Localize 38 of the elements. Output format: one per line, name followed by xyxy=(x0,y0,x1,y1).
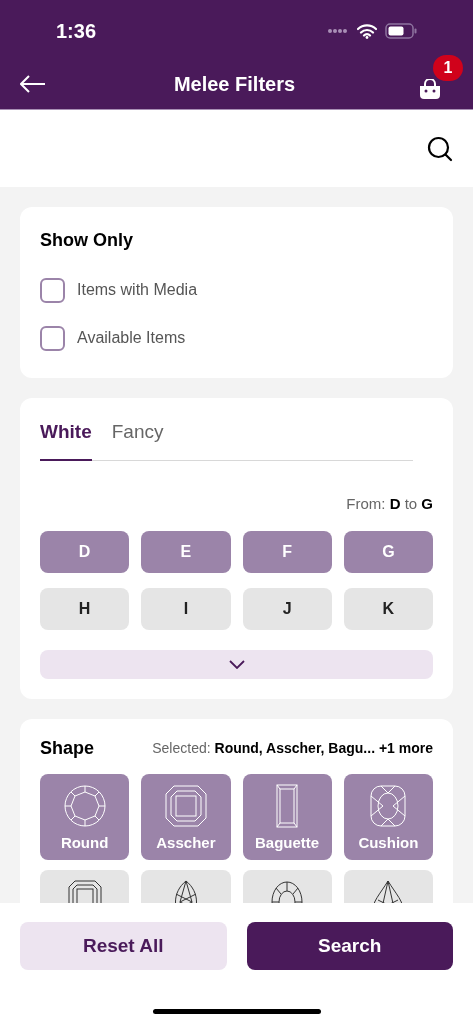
wifi-icon xyxy=(357,23,377,39)
grade-chip[interactable]: I xyxy=(141,588,231,630)
cart-count-badge: 1 xyxy=(433,54,463,81)
search-icon-button[interactable] xyxy=(427,135,453,162)
battery-icon xyxy=(385,23,417,39)
grade-chip[interactable]: K xyxy=(343,588,433,630)
grade-chip[interactable]: D xyxy=(40,531,130,573)
grade-chip[interactable]: G xyxy=(343,531,433,573)
search-button[interactable]: Search xyxy=(246,922,453,970)
section-title: Shape xyxy=(40,737,95,760)
grade-chip[interactable]: J xyxy=(242,588,332,630)
selected-summary: Selected: Round, Asscher, Bagu... +1 more xyxy=(152,739,433,758)
grade-chip[interactable]: E xyxy=(141,531,231,573)
shape-tile[interactable]: Cushion xyxy=(343,774,433,860)
checkbox[interactable] xyxy=(40,325,65,351)
range-text: From: D to G xyxy=(346,493,433,514)
status-time: 1:36 xyxy=(56,19,97,44)
color-tab[interactable]: White xyxy=(40,410,92,461)
grade-chip[interactable]: F xyxy=(242,531,332,573)
shape-tile[interactable]: Round xyxy=(40,774,130,860)
checkbox-label: Items with Media xyxy=(77,280,198,300)
search-icon xyxy=(427,135,453,162)
page-title: Melee Filters xyxy=(173,71,296,97)
cart-button[interactable]: 1 xyxy=(419,54,463,101)
round-gem-icon xyxy=(62,784,107,828)
signal-icon xyxy=(327,28,349,34)
shape-tile[interactable]: Baguette xyxy=(242,774,332,860)
reset-button[interactable]: Reset All xyxy=(20,922,227,970)
checkbox-label: Available Items xyxy=(77,328,186,348)
basket-icon xyxy=(419,78,441,99)
square-gem-icon xyxy=(163,784,208,828)
chevron-down-icon xyxy=(228,660,245,669)
grade-chip[interactable]: H xyxy=(40,588,130,630)
section-title: Show Only xyxy=(40,229,134,252)
color-tab[interactable]: Fancy xyxy=(111,410,164,461)
back-arrow-icon xyxy=(20,74,46,93)
shape-tile[interactable]: Asscher xyxy=(141,774,231,860)
checkbox[interactable] xyxy=(40,277,65,303)
